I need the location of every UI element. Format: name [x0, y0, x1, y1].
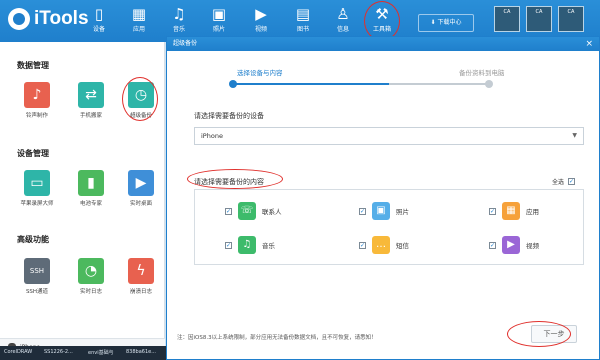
- bell-icon: ♪: [24, 82, 50, 108]
- content-item-messages[interactable]: ✓ … 短信: [359, 236, 409, 254]
- contacts-icon: ☏: [238, 202, 256, 220]
- ios-limitation-note: 注：因iOS8.3以上系统限制，部分应用无法备份数据文档，且不可恢复，请悉知！: [177, 335, 377, 341]
- window-thumbnail[interactable]: CA: [494, 6, 520, 32]
- nav-music[interactable]: ♫ 音乐: [162, 4, 196, 40]
- step-1-label: 选择设备与内容: [237, 69, 283, 77]
- book-icon: ▤: [295, 5, 311, 23]
- video-icon: ▶: [255, 5, 267, 23]
- tool-live-desktop[interactable]: ▶ 实时桌面: [120, 170, 162, 207]
- backup-steps: 选择设备与内容 备份资料到电脑: [167, 51, 599, 91]
- nav-apps[interactable]: ▦ 应用: [122, 4, 156, 40]
- taskbar-item[interactable]: SS1226-2...: [44, 349, 73, 355]
- section-title-data-management: 数据管理: [17, 61, 49, 70]
- nav-photos[interactable]: ▣ 照片: [202, 4, 236, 40]
- window-thumbnails: CA CA CA: [494, 6, 584, 32]
- step-2-label: 备份资料到电脑: [459, 69, 505, 77]
- photo-icon: ▣: [372, 202, 390, 220]
- crash-icon: ϟ: [128, 258, 154, 284]
- tool-ssh[interactable]: SSH SSH通道: [16, 258, 58, 295]
- music-icon: ♫: [238, 236, 256, 254]
- play-icon: ▶: [128, 170, 154, 196]
- taskbar-item[interactable]: envi基础与: [88, 349, 114, 356]
- window-thumbnail[interactable]: CA: [558, 6, 584, 32]
- checkbox-select-all[interactable]: ✓: [568, 178, 575, 185]
- device-select[interactable]: iPhone ▼: [194, 127, 584, 145]
- select-all[interactable]: 全选 ✓: [552, 177, 575, 186]
- step-1-dot: [229, 80, 237, 88]
- checkbox-apps[interactable]: ✓: [489, 207, 496, 215]
- content-label-highlight-circle: [187, 169, 283, 189]
- checkbox-contacts[interactable]: ✓: [225, 207, 232, 215]
- taskbar-item[interactable]: CorelDRAW: [4, 349, 32, 355]
- itools-logo-icon: [8, 8, 30, 30]
- apps-icon: ▦: [502, 202, 520, 220]
- battery-icon: ▮: [78, 170, 104, 196]
- step-progress-inactive: [389, 83, 489, 85]
- nav-books[interactable]: ▤ 图书: [286, 4, 320, 40]
- toolbox-highlight-circle: [364, 1, 400, 41]
- screen-icon: ▭: [24, 170, 50, 196]
- super-backup-dialog: 超级备份 × 选择设备与内容 备份资料到电脑 请选择需要备份的设备 iPhone…: [166, 36, 600, 360]
- windows-taskbar: CorelDRAW SS1226-2... envi基础与 838ba61e..…: [0, 346, 166, 360]
- taskbar-item[interactable]: 838ba61e...: [126, 349, 156, 355]
- checkbox-music[interactable]: ✓: [225, 241, 232, 249]
- ssh-icon: SSH: [24, 258, 50, 284]
- checkbox-messages[interactable]: ✓: [359, 241, 366, 249]
- content-item-apps[interactable]: ✓ ▦ 应用: [489, 202, 539, 220]
- nav-device[interactable]: ▯ 设备: [82, 4, 116, 40]
- nav-video[interactable]: ▶ 视频: [244, 4, 278, 40]
- next-button-highlight-circle: [507, 321, 571, 347]
- section-title-device-management: 设备管理: [17, 149, 49, 158]
- app-logo: iTools: [8, 8, 89, 30]
- content-item-photos[interactable]: ✓ ▣ 照片: [359, 202, 409, 220]
- tool-live-log[interactable]: ◔ 实时日志: [70, 258, 112, 295]
- step-2-dot: [485, 80, 493, 88]
- dialog-title: 超级备份: [173, 40, 198, 47]
- content-item-videos[interactable]: ✓ ▶ 视频: [489, 236, 539, 254]
- music-icon: ♫: [172, 5, 186, 23]
- checkbox-photos[interactable]: ✓: [359, 207, 366, 215]
- close-icon[interactable]: ×: [585, 37, 593, 51]
- apps-icon: ▦: [131, 5, 147, 23]
- transfer-icon: ⇄: [78, 82, 104, 108]
- tool-screen-recorder[interactable]: ▭ 苹果录屏大师: [16, 170, 58, 207]
- user-icon: ♙: [336, 5, 350, 23]
- app-name: iTools: [34, 8, 89, 29]
- tool-ringtone[interactable]: ♪ 铃声制作: [16, 82, 58, 119]
- toolbox-sidebar: 数据管理 ♪ 铃声制作 ⇄ 手机搬家 ◷ 超级备份 设备管理 ▭ 苹果录屏大师 …: [0, 42, 165, 338]
- chevron-down-icon: ▼: [572, 132, 577, 139]
- content-item-contacts[interactable]: ✓ ☏ 联系人: [225, 202, 282, 220]
- chat-icon: …: [372, 236, 390, 254]
- nav-info[interactable]: ♙ 信息: [326, 4, 360, 40]
- tool-crash-log[interactable]: ϟ 崩溃日志: [120, 258, 162, 295]
- tool-battery[interactable]: ▮ 电池专家: [70, 170, 112, 207]
- backup-content-grid: ✓ ☏ 联系人 ✓ ▣ 照片 ✓ ▦ 应用 ✓ ♫ 音乐 ✓ … 短信 ✓ ▶ …: [194, 189, 584, 265]
- download-center-button[interactable]: ⬇ 下载中心: [418, 14, 474, 32]
- tool-phone-transfer[interactable]: ⇄ 手机搬家: [70, 82, 112, 119]
- content-item-music[interactable]: ✓ ♫ 音乐: [225, 236, 275, 254]
- checkbox-videos[interactable]: ✓: [489, 241, 496, 249]
- photo-icon: ▣: [211, 5, 227, 23]
- super-backup-highlight-circle: [122, 77, 158, 121]
- device-select-label: 请选择需要备份的设备: [194, 112, 264, 120]
- log-icon: ◔: [78, 258, 104, 284]
- dialog-title-bar: 超级备份 ×: [167, 37, 599, 51]
- video-icon: ▶: [502, 236, 520, 254]
- step-progress-active: [233, 83, 389, 85]
- window-thumbnail[interactable]: CA: [526, 6, 552, 32]
- phone-icon: ▯: [94, 5, 104, 23]
- section-title-advanced: 高级功能: [17, 235, 49, 244]
